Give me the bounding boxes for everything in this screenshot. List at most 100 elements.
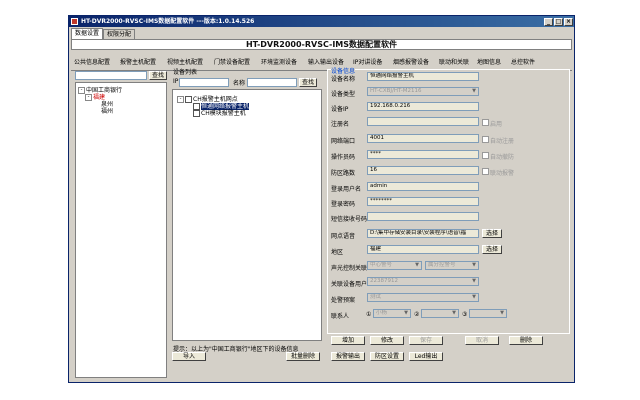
site-voice-field[interactable]: D:\集中存储安装目录\安装程序\语音\福: [367, 229, 479, 238]
chevron-down-icon: ▼: [415, 262, 419, 268]
net-port-label: 网络端口: [331, 138, 356, 145]
module-access-control[interactable]: 门禁设备配置: [214, 57, 250, 66]
import-button[interactable]: 导入: [172, 352, 206, 361]
linkage-alarm-checkbox[interactable]: [482, 168, 489, 175]
contact-3-select[interactable]: ▼: [469, 309, 507, 318]
contact-2-select[interactable]: ▼: [421, 309, 459, 318]
linked-user-value: 22387912: [370, 278, 398, 284]
enable-checkbox[interactable]: [482, 119, 489, 126]
sound-light-value-2: 属分控警号: [428, 262, 456, 268]
collapse-icon[interactable]: -: [85, 94, 92, 101]
module-io-device[interactable]: 输入输出设备: [308, 57, 344, 66]
contact-3-marker: ③: [462, 311, 468, 318]
tree-item-fuzhou[interactable]: 福州: [101, 106, 113, 115]
auto-disarm-checkbox[interactable]: [482, 152, 489, 159]
sound-light-select-1[interactable]: 中心警号 ▼: [367, 261, 422, 270]
auto-disarm-label: 自动撤防: [490, 154, 515, 161]
maximize-button[interactable]: □: [554, 18, 563, 26]
module-smoke-alarm[interactable]: 烟感报警设备: [393, 57, 429, 66]
sound-light-select-2[interactable]: 属分控警号 ▼: [425, 261, 479, 270]
ip-filter-input[interactable]: [179, 78, 229, 87]
window-title: HT-DVR2000-RVSC-IMS数据配置软件 ---版本:1.0.14.5…: [81, 18, 255, 25]
led-output-button[interactable]: Led输出: [409, 352, 443, 361]
module-video-host[interactable]: 视频主机配置: [167, 57, 203, 66]
plan-value: 测试: [370, 294, 382, 300]
module-env-monitor[interactable]: 环境监测设备: [261, 57, 297, 66]
save-button[interactable]: 保存: [409, 336, 443, 345]
chevron-down-icon: ▼: [452, 310, 456, 316]
module-linkage[interactable]: 联动和关联: [439, 57, 469, 66]
zone-setting-button[interactable]: 防区设置: [370, 352, 404, 361]
device-type-select[interactable]: HT-CXBJ/HT-M2116 ▼: [367, 87, 479, 96]
device-ip-field[interactable]: 192.168.0.216: [367, 102, 479, 111]
device-type-label: 设备类型: [331, 91, 356, 98]
linked-user-select[interactable]: 22387912 ▼: [367, 277, 479, 286]
device-list-title: 设备列表: [173, 69, 198, 76]
site-voice-label: 网点语音: [331, 233, 356, 240]
login-password-field[interactable]: ********: [367, 197, 479, 206]
auto-register-checkbox[interactable]: [482, 136, 489, 143]
region-select-button[interactable]: 选择: [482, 245, 502, 254]
chevron-down-icon: ▼: [472, 294, 476, 300]
zone-count-field[interactable]: 16: [367, 166, 479, 175]
checkbox-icon[interactable]: [185, 96, 192, 103]
device-search-button[interactable]: 查找: [299, 78, 317, 87]
collapse-icon[interactable]: -: [177, 96, 184, 103]
delete-button[interactable]: 删除: [509, 336, 543, 345]
cancel-button[interactable]: 取消: [465, 336, 499, 345]
title-bar: HT-DVR2000-RVSC-IMS数据配置软件 ---版本:1.0.14.5…: [69, 16, 574, 27]
plan-label: 处警预案: [331, 297, 356, 304]
module-ip-intercom[interactable]: IP对讲设备: [353, 57, 382, 66]
site-voice-select-button[interactable]: 选择: [482, 229, 502, 238]
edit-button[interactable]: 修改: [370, 336, 404, 345]
module-map-info[interactable]: 地图信息: [477, 57, 501, 66]
sms-number-label: 短信接收号码: [331, 216, 368, 223]
zone-count-label: 防区路数: [331, 170, 356, 177]
region-search-button[interactable]: 查找: [149, 71, 167, 80]
device-tree-panel: - CH报警主机网点 恒通网络报警主机 CH模块报警主机: [172, 89, 322, 341]
batch-delete-button[interactable]: 批量删除: [286, 352, 320, 361]
chevron-down-icon: ▼: [404, 310, 408, 316]
module-alarm-host[interactable]: 报警主机配置: [120, 57, 156, 66]
tab-permissions[interactable]: 权限分配: [103, 29, 136, 39]
op-password-field[interactable]: ****: [367, 150, 479, 159]
device-name-label: 设备名称: [331, 76, 356, 83]
tree-item-label: CH模块报警主机: [201, 110, 246, 117]
device-name-field[interactable]: 恒通网络报警主机: [367, 72, 479, 81]
app-icon: [71, 18, 78, 25]
op-password-label: 操作员码: [331, 154, 356, 161]
region-field[interactable]: 福建: [367, 245, 479, 254]
device-tree-item[interactable]: CH模块报警主机: [193, 108, 246, 117]
net-port-field[interactable]: 4001: [367, 134, 479, 143]
alarm-output-button[interactable]: 报警输出: [331, 352, 365, 361]
device-ip-label: 设备IP: [331, 106, 349, 113]
reg-name-field[interactable]: [367, 117, 479, 126]
contact-1-select[interactable]: 小杨 ▼: [373, 309, 411, 318]
auto-register-label: 自动注册: [490, 138, 515, 145]
minimize-button[interactable]: _: [544, 18, 553, 26]
chevron-down-icon: ▼: [472, 278, 476, 284]
close-button[interactable]: ×: [564, 18, 573, 26]
contact-1-marker: ①: [366, 311, 372, 318]
module-public-info[interactable]: 公共信息配置: [74, 57, 110, 66]
region-label: 地区: [331, 249, 344, 256]
checkbox-icon[interactable]: [193, 110, 200, 117]
login-user-field[interactable]: admin: [367, 182, 479, 191]
add-button[interactable]: 增加: [331, 336, 365, 345]
enable-checkbox-label: 启用: [490, 121, 503, 128]
sms-number-field[interactable]: [367, 212, 479, 221]
contacts-label: 联系人: [331, 313, 350, 320]
collapse-icon[interactable]: -: [78, 87, 85, 94]
login-user-label: 登录用户名: [331, 186, 362, 193]
chevron-down-icon: ▼: [500, 310, 504, 316]
name-filter-input[interactable]: [247, 78, 297, 87]
tab-data-settings[interactable]: 数据设置: [71, 28, 104, 39]
page-title: HT-DVR2000-RVSC-IMS数据配置软件: [71, 39, 572, 50]
login-password-label: 登录密码: [331, 201, 356, 208]
plan-select[interactable]: 测试 ▼: [367, 293, 479, 302]
module-master-control[interactable]: 总控软件: [511, 57, 535, 66]
device-type-value: HT-CXBJ/HT-M2116: [370, 88, 422, 94]
region-search-input[interactable]: [75, 71, 147, 80]
ip-label: IP: [173, 78, 179, 85]
linked-user-label: 关联设备用户: [331, 281, 368, 288]
